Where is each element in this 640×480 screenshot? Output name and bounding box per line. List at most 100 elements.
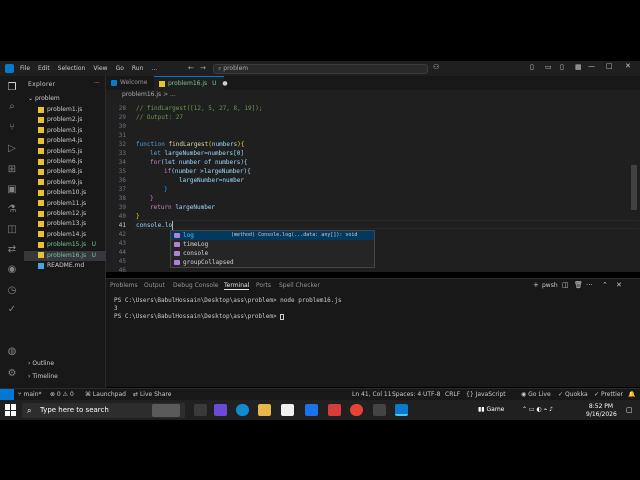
- system-tray-icons[interactable]: ⌃ ▭ ◐ ⌁ ♪: [522, 406, 553, 413]
- editor-scrollbar-thumb[interactable]: [631, 165, 637, 210]
- end-of-line[interactable]: CRLF: [445, 391, 460, 398]
- file-item[interactable]: problem14.js: [24, 230, 106, 240]
- new-terminal-icon[interactable]: +: [533, 281, 539, 289]
- language-mode[interactable]: {} JavaScript: [466, 391, 506, 398]
- chrome-icon[interactable]: [350, 404, 363, 416]
- task-view-icon[interactable]: [194, 404, 207, 416]
- settings-gear-icon[interactable]: ⚙: [6, 368, 18, 380]
- menu-more[interactable]: ...: [151, 65, 157, 72]
- launchpad-button[interactable]: ⌘ Launchpad: [85, 391, 126, 398]
- remote-indicator[interactable]: [0, 389, 14, 400]
- file-item[interactable]: problem9.js: [24, 178, 106, 188]
- panel-tab-output[interactable]: Output: [144, 282, 165, 289]
- microsoft-store-icon[interactable]: [281, 404, 294, 416]
- timeline-section[interactable]: › Timeline: [24, 372, 106, 382]
- file-item[interactable]: problem8.js: [24, 167, 106, 177]
- run-debug-icon[interactable]: ▷: [6, 143, 18, 155]
- copilot-icon[interactable]: ⚇: [433, 63, 439, 71]
- checklist-icon[interactable]: ✓: [6, 304, 18, 316]
- explorer-icon[interactable]: ❐: [6, 82, 18, 94]
- indentation[interactable]: Spaces: 4: [392, 391, 421, 398]
- terminal-profile[interactable]: pwsh: [542, 282, 558, 289]
- terminal-taskbar-icon[interactable]: [373, 404, 386, 416]
- menu-go[interactable]: Go: [116, 65, 124, 72]
- tab-problem16[interactable]: problem16.js U ●: [154, 76, 228, 90]
- more-actions-icon[interactable]: ···: [94, 80, 100, 87]
- file-item[interactable]: problem13.js: [24, 219, 106, 229]
- cursor-position[interactable]: Ln 41, Col 11: [352, 391, 392, 398]
- customize-layout-icon[interactable]: ▦: [575, 63, 582, 71]
- toggle-secondary-sidebar-icon[interactable]: ▯: [560, 63, 564, 71]
- liveshare-button[interactable]: ⇄ Live Share: [133, 391, 171, 398]
- panel-tab-debug-console[interactable]: Debug Console: [173, 282, 218, 289]
- github-icon[interactable]: ◉: [6, 264, 18, 276]
- windows-start-icon[interactable]: [5, 404, 17, 416]
- copilot-taskbar-icon[interactable]: [214, 404, 227, 416]
- extensions-icon[interactable]: ⊞: [6, 164, 18, 176]
- menu-view[interactable]: View: [93, 65, 107, 72]
- unsaved-dot-icon[interactable]: ●: [222, 80, 227, 87]
- panel-tab-problems[interactable]: Problems: [110, 282, 138, 289]
- source-control-icon[interactable]: ⑂: [6, 122, 18, 134]
- game-widget[interactable]: ▮▮ Game: [478, 406, 504, 413]
- file-item[interactable]: problem4.js: [24, 136, 106, 146]
- outline-section[interactable]: › Outline: [24, 359, 106, 369]
- close-window-button[interactable]: ✕: [625, 62, 631, 70]
- tab-welcome[interactable]: Welcome: [106, 76, 152, 90]
- toggle-panel-icon[interactable]: ▭: [545, 63, 552, 71]
- vscode-taskbar-icon[interactable]: [395, 404, 408, 416]
- file-item[interactable]: problem5.js: [24, 147, 106, 157]
- forward-arrow-icon[interactable]: →: [200, 64, 206, 72]
- file-item[interactable]: problem16.js U: [24, 250, 106, 261]
- clock[interactable]: 8:52 PM: [588, 403, 614, 410]
- notifications-bell-icon[interactable]: 🔔: [628, 391, 635, 398]
- account-avatar[interactable]: ◍: [6, 346, 18, 358]
- timeline-icon[interactable]: ◷: [6, 285, 18, 297]
- testing-icon[interactable]: ⚗: [6, 204, 18, 216]
- panel-tab-terminal[interactable]: Terminal: [224, 282, 250, 290]
- file-item[interactable]: README.md: [24, 261, 106, 271]
- maximize-panel-icon[interactable]: ⌃: [602, 281, 608, 289]
- file-explorer-icon[interactable]: [258, 404, 271, 416]
- file-item[interactable]: problem3.js: [24, 126, 106, 136]
- menu-selection[interactable]: Selection: [58, 65, 86, 72]
- file-item[interactable]: problem6.js: [24, 157, 106, 167]
- date[interactable]: 9/16/2026: [586, 411, 617, 418]
- edge-icon[interactable]: [236, 404, 249, 416]
- encoding[interactable]: UTF-8: [423, 391, 441, 398]
- split-terminal-icon[interactable]: ◫: [562, 281, 569, 289]
- problems-indicator[interactable]: ⊗ 0 ⚠ 0: [50, 391, 74, 398]
- menu-file[interactable]: File: [20, 65, 30, 72]
- minimize-button[interactable]: —: [588, 62, 595, 70]
- suggestion-item[interactable]: console: [171, 249, 374, 258]
- command-center-search[interactable]: ⌕ problem: [213, 64, 428, 74]
- toggle-sidebar-icon[interactable]: ▯: [530, 63, 534, 71]
- suggestion-item[interactable]: log (method) Console.log(...data: any[]):…: [171, 231, 374, 240]
- panel-tab-spell-checker[interactable]: Spell Checker: [279, 282, 320, 289]
- remote-explorer-icon[interactable]: ▣: [6, 184, 18, 196]
- file-item[interactable]: problem2.js: [24, 115, 106, 125]
- prettier-button[interactable]: ✓ Prettier: [594, 391, 623, 398]
- quokka-button[interactable]: ✓ Quokka: [558, 391, 588, 398]
- go-live-button[interactable]: ◉ Go Live: [521, 391, 551, 398]
- mail-icon[interactable]: [305, 404, 318, 416]
- file-item[interactable]: problem1.js: [24, 105, 106, 115]
- maximize-button[interactable]: □: [606, 62, 613, 70]
- breadcrumb[interactable]: problem16.js > ...: [106, 90, 640, 100]
- file-item[interactable]: problem10.js: [24, 188, 106, 198]
- search-icon[interactable]: ⌕: [6, 101, 18, 113]
- panel-tab-ports[interactable]: Ports: [256, 282, 271, 289]
- folder-problem[interactable]: ⌄ problem: [24, 94, 106, 104]
- back-arrow-icon[interactable]: ←: [188, 64, 194, 72]
- file-item[interactable]: problem15.js U: [24, 240, 106, 250]
- taskbar-search-input[interactable]: ⌕ Type here to search: [22, 403, 185, 418]
- suggestion-item[interactable]: timeLog: [171, 240, 374, 249]
- docker-icon[interactable]: ◫: [6, 224, 18, 236]
- panel-more-icon[interactable]: ···: [586, 281, 593, 289]
- menu-run[interactable]: Run: [132, 65, 144, 72]
- suggestion-item[interactable]: groupCollapsed: [171, 258, 374, 267]
- file-item[interactable]: problem11.js: [24, 199, 106, 209]
- file-item[interactable]: problem12.js: [24, 209, 106, 219]
- notification-center-icon[interactable]: ▢: [626, 406, 633, 414]
- kill-terminal-icon[interactable]: 🗑: [574, 281, 583, 289]
